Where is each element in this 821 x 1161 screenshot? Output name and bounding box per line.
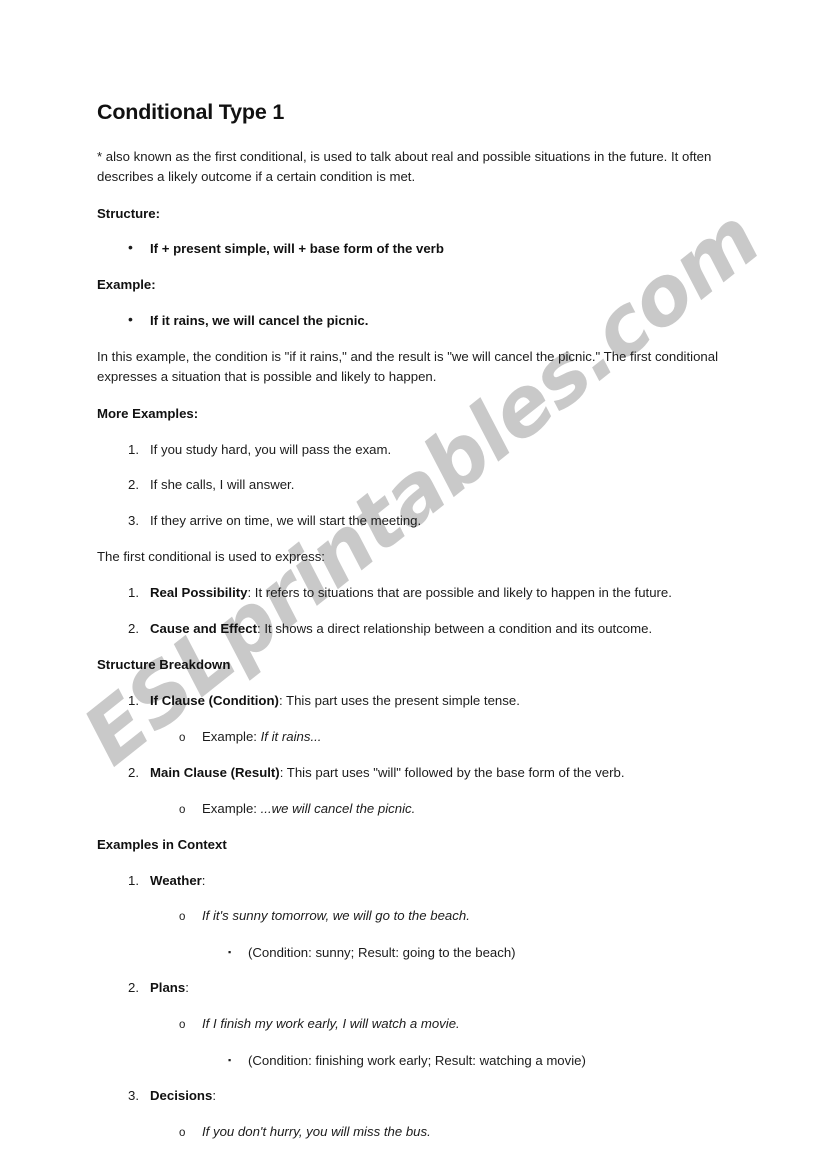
sub-list-item: o If I finish my work early, I will watc… [97, 1014, 725, 1034]
sub-list-item: o If you don't hurry, you will miss the … [97, 1122, 725, 1142]
intro-paragraph: * also known as the first conditional, i… [97, 148, 712, 185]
list-number: 1. [128, 585, 139, 601]
sub-list-item-text: If you don't hurry, you will miss the bu… [202, 1124, 431, 1140]
detail-list-item: ▪ (Condition: finishing work early; Resu… [97, 1051, 725, 1071]
circle-bullet-icon: o [179, 1127, 186, 1140]
list-number: 2. [128, 764, 139, 780]
list-item: • If + present simple, will + base form … [97, 239, 725, 259]
explanation-paragraph: In this example, the condition is "if it… [97, 348, 719, 385]
page-title: Conditional Type 1 [97, 100, 285, 124]
list-item-label: Real Possibility [150, 585, 248, 601]
list-item-description: : This part uses the present simple tens… [278, 692, 520, 708]
circle-bullet-icon: o [179, 911, 186, 924]
list-item-label: Plans [150, 980, 186, 996]
list-item-text: Main Clause (Result): This part uses "wi… [150, 763, 725, 783]
list-number: 1. [128, 872, 139, 888]
list-item-text: If you study hard, you will pass the exa… [150, 441, 392, 457]
list-number: 3. [128, 1088, 139, 1104]
list-item-text: If they arrive on time, we will start th… [150, 513, 422, 529]
list-number: 2. [128, 621, 139, 637]
list-item: 2. Plans: [97, 978, 725, 998]
circle-bullet-icon: o [179, 1019, 186, 1032]
detail-text: (Condition: sunny; Result: going to the … [248, 944, 516, 960]
disc-bullet-icon: • [128, 311, 133, 328]
example-item-text: If it rains, we will cancel the picnic. [150, 313, 369, 329]
list-item-text: If Clause (Condition): This part uses th… [150, 691, 725, 711]
sub-list-item-text: Example: ...we will cancel the picnic. [202, 799, 725, 819]
express-lead-paragraph: The first conditional is used to express… [97, 548, 325, 564]
list-item: • If it rains, we will cancel the picnic… [97, 311, 725, 331]
list-item-description: : It refers to situations that are possi… [247, 585, 672, 601]
sub-list-item: o If it's sunny tomorrow, we will go to … [97, 906, 725, 926]
list-item-label: Weather [150, 872, 202, 888]
sub-list-item: o Example: ...we will cancel the picnic. [97, 799, 725, 819]
list-item-text: Decisions: [150, 1086, 725, 1106]
list-item: 1. Weather: [97, 871, 725, 891]
list-item-label: Main Clause (Result) [150, 764, 280, 780]
list-item: 2. Main Clause (Result): This part uses … [97, 763, 725, 783]
list-item-label: If Clause (Condition) [150, 692, 279, 708]
list-item: 1. Real Possibility: It refers to situat… [97, 583, 725, 603]
list-item-colon: : [212, 1088, 216, 1104]
square-bullet-icon: ▪ [228, 946, 232, 957]
list-item: 1. If Clause (Condition): This part uses… [97, 691, 725, 711]
disc-bullet-icon: • [128, 239, 133, 256]
sub-list-item: o Example: If it rains... [97, 727, 725, 747]
list-item-text: If she calls, I will answer. [150, 477, 295, 493]
sub-item-example: If it rains... [260, 728, 322, 744]
circle-bullet-icon: o [179, 731, 186, 744]
list-item-text: Cause and Effect: It shows a direct rela… [150, 619, 725, 639]
list-item: 1. If you study hard, you will pass the … [97, 440, 725, 460]
list-item-label: Decisions [150, 1088, 213, 1104]
list-item-text: Real Possibility: It refers to situation… [150, 583, 725, 603]
list-item: 3. Decisions: [97, 1086, 725, 1106]
sub-list-item-text: If I finish my work early, I will watch … [202, 1016, 460, 1032]
list-number: 2. [128, 477, 139, 493]
example-heading: Example: [97, 277, 156, 293]
structure-item-text: If + present simple, will + base form of… [150, 241, 444, 257]
list-item: 2. If she calls, I will answer. [97, 475, 725, 495]
structure-heading: Structure: [97, 205, 161, 221]
list-item-label: Cause and Effect [150, 621, 257, 637]
sub-item-prefix: Example: [202, 800, 261, 816]
circle-bullet-icon: o [179, 803, 186, 816]
list-item-colon: : [201, 872, 206, 888]
list-item-text: Plans: [150, 978, 725, 998]
sub-list-item-text: If it's sunny tomorrow, we will go to th… [202, 908, 470, 924]
list-number: 1. [128, 692, 139, 708]
sub-list-item-text: Example: If it rains... [202, 727, 725, 747]
detail-text: (Condition: finishing work early; Result… [248, 1052, 586, 1068]
list-number: 1. [128, 441, 139, 457]
list-item-description: : It shows a direct relationship between… [257, 621, 653, 637]
square-bullet-icon: ▪ [228, 1054, 232, 1065]
list-number: 2. [128, 980, 139, 996]
document-content: Conditional Type 1 * also known as the f… [97, 100, 725, 1161]
document-page: ESLprintables.com Conditional Type 1 * a… [0, 0, 821, 1161]
list-item-colon: : [185, 980, 189, 996]
list-item: 3. If they arrive on time, we will start… [97, 511, 725, 531]
list-item-description: : This part uses "will" followed by the … [279, 764, 625, 780]
sub-item-example: ...we will cancel the picnic. [260, 800, 416, 816]
list-number: 3. [128, 513, 139, 529]
examples-in-context-heading: Examples in Context [97, 836, 227, 852]
more-examples-heading: More Examples: [97, 405, 199, 421]
detail-list-item: ▪ (Condition: sunny; Result: going to th… [97, 943, 725, 963]
sub-item-prefix: Example: [202, 728, 261, 744]
structure-breakdown-heading: Structure Breakdown [97, 656, 231, 672]
list-item-text: Weather: [150, 871, 725, 891]
list-item: 2. Cause and Effect: It shows a direct r… [97, 619, 725, 639]
